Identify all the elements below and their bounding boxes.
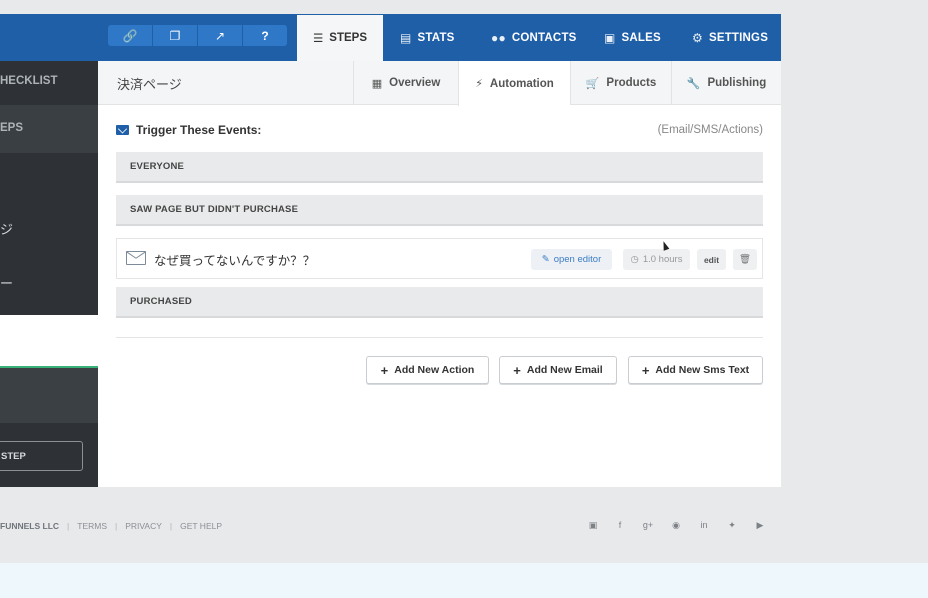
tab-overview-label: Overview [389,77,441,89]
plus-icon: + [380,362,389,378]
sidebar-item-checklist[interactable]: HECKLIST [0,75,98,87]
tab-publishing[interactable]: 🔧 Publishing [671,61,781,105]
link-icon[interactable]: 🔗 [108,25,153,46]
money-icon: ▣ [604,30,616,45]
plus-icon: + [513,362,521,378]
plus-icon: + [641,362,650,378]
list-icon: ☰ [312,33,324,45]
footer-company: FUNNELS LLC [0,521,60,531]
sidebar-step-panel [0,368,98,423]
tab-overview[interactable]: ▦ Overview [353,61,458,105]
tab-sales-label: SALES [621,31,661,44]
group-purchased: PURCHASED [116,287,763,318]
trigger-events-heading: Trigger These Events: [116,123,261,137]
divider [116,337,763,338]
add-new-step-button[interactable]: STEP [0,441,83,471]
main-panel: 決済ページ ▦ Overview ⚡ Automation 🛒 Products… [98,61,781,487]
page-title: 決済ページ [117,77,182,92]
separator: | [67,521,70,531]
tab-steps-label: STEPS [329,32,368,44]
sidebar-item-steps[interactable]: EPS [0,122,98,134]
add-new-action-button[interactable]: + Add New Action [366,356,489,384]
bolt-icon: ⚡ [475,78,483,90]
bar-chart-icon: ▤ [400,30,412,45]
tab-products-label: Products [606,77,657,89]
tab-stats-label: STATS [417,31,455,44]
separator: | [169,521,173,531]
open-editor-label: open editor [553,254,602,265]
step-header: 決済ページ ▦ Overview ⚡ Automation 🛒 Products… [98,61,781,106]
add-new-email-button[interactable]: + Add New Email [499,356,617,384]
cart-icon: 🛒 [585,77,600,90]
clock-icon: ◷ [630,254,639,265]
tab-settings-label: SETTINGS [708,31,769,44]
twitter-icon[interactable]: ✦ [726,520,738,531]
separator: | [115,521,118,531]
delay-label: 1.0 hours [642,254,683,265]
sidebar-active-step[interactable] [0,315,98,368]
add-sms-label: Add New Sms Text [655,364,750,376]
instagram-icon[interactable]: ◉ [670,520,682,531]
sidebar-step-item[interactable]: ー [0,273,13,292]
footer-links: FUNNELS LLC | TERMS | PRIVACY | GET HELP [0,521,222,531]
tab-sales[interactable]: ▣ SALES [604,14,661,61]
email-subject: なぜ買ってないんですか？？ [154,254,316,268]
delay-badge[interactable]: ◷ 1.0 hours [623,249,690,270]
tab-automation[interactable]: ⚡ Automation [458,61,570,106]
linkedin-icon[interactable]: in [698,520,710,530]
add-action-label: Add New Action [394,364,475,376]
tab-steps[interactable]: ☰ STEPS [297,15,383,61]
group-saw-page: SAW PAGE BUT DIDN'T PURCHASE [116,195,763,226]
top-nav: 🔗 ❐ ↗ ? ☰ STEPS ▤ STATS ●● CONTACTS ▣ SA… [0,14,781,61]
sidebar-step-item[interactable]: ジ [0,219,13,238]
rss-icon[interactable]: ▣ [587,520,599,531]
tab-automation-label: Automation [489,77,554,90]
envelope-icon [116,125,129,135]
sidebar: HECKLIST EPS ジ ー STEP [0,61,98,487]
youtube-icon[interactable]: ▶ [754,520,766,531]
edit-button[interactable]: edit [697,249,726,270]
add-email-label: Add New Email [526,364,603,376]
tab-contacts[interactable]: ●● CONTACTS [491,14,577,61]
trash-icon[interactable]: 🗑 [733,249,757,270]
tab-settings[interactable]: ⚙ SETTINGS [692,14,768,61]
users-icon: ●● [491,30,506,45]
wrench-icon: 🔧 [686,77,701,90]
footer-help-link[interactable]: GET HELP [180,521,222,531]
help-icon[interactable]: ? [243,25,287,46]
trigger-note: (Email/SMS/Actions) [657,124,763,136]
external-link-icon[interactable]: ↗ [198,25,243,46]
grid-icon: ▦ [371,77,383,90]
envelope-icon [126,251,146,265]
open-editor-button[interactable]: ✎ open editor [531,249,612,270]
trigger-title-text: Trigger These Events: [136,123,262,137]
footer-privacy-link[interactable]: PRIVACY [125,521,162,531]
bottom-band [0,563,928,598]
tab-stats[interactable]: ▤ STATS [400,14,455,61]
tab-products[interactable]: 🛒 Products [570,61,671,105]
add-new-sms-button[interactable]: + Add New Sms Text [628,356,763,384]
google-plus-icon[interactable]: g+ [642,520,654,530]
gear-icon: ⚙ [692,30,703,45]
facebook-icon[interactable]: f [614,520,626,530]
tab-publishing-label: Publishing [707,77,767,89]
funnel-tools-group: 🔗 ❐ ↗ ? [108,25,287,46]
tab-contacts-label: CONTACTS [511,31,577,44]
group-everyone: EVERYONE [116,152,763,183]
clone-icon[interactable]: ❐ [153,25,198,46]
edit-icon: ✎ [541,254,550,265]
footer-terms-link[interactable]: TERMS [77,521,107,531]
